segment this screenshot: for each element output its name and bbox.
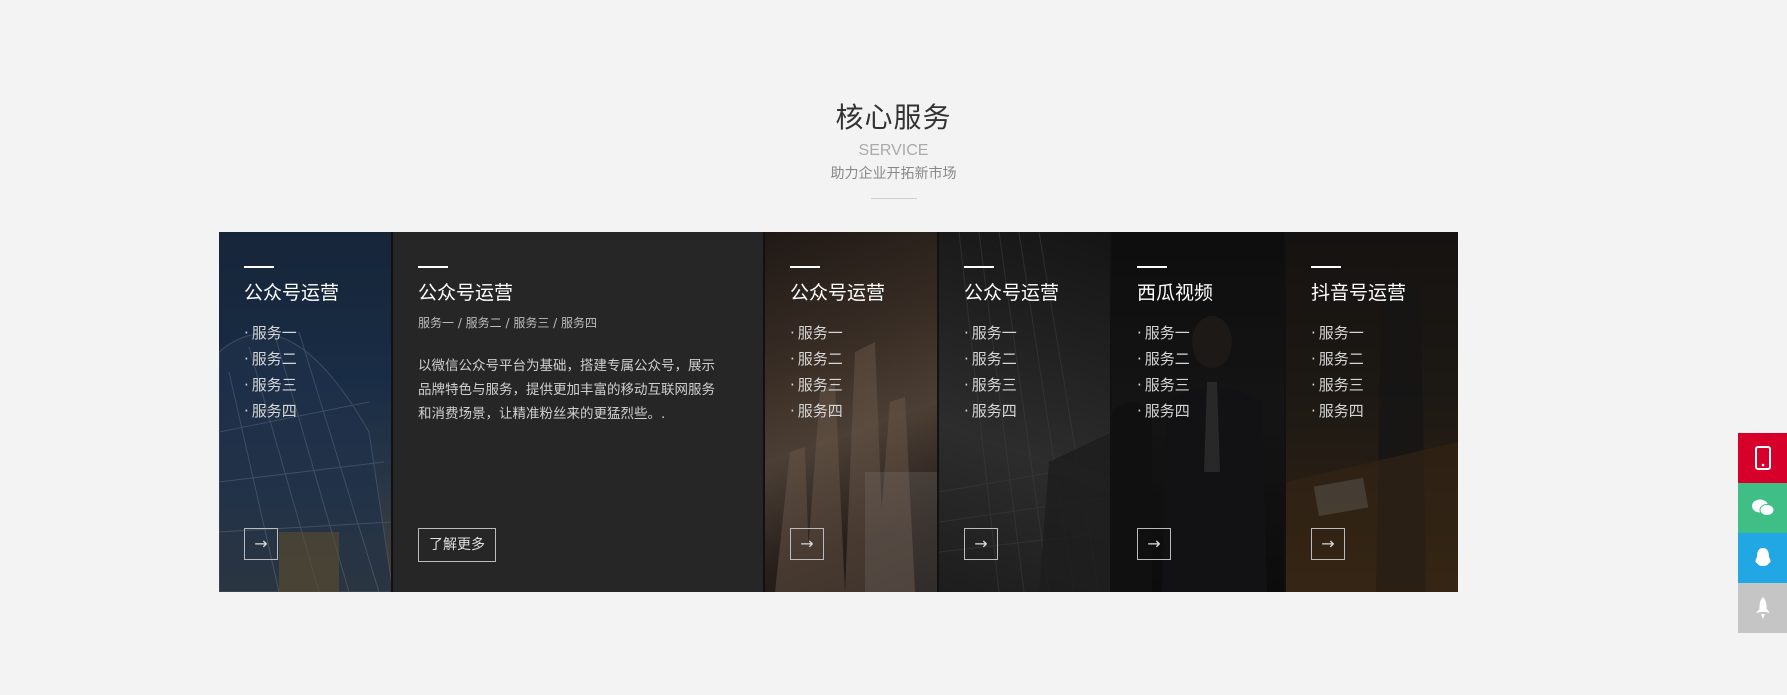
rocket-icon — [1755, 597, 1770, 619]
arrow-right-button[interactable]: → — [1137, 528, 1171, 560]
section-desc: 助力企业开拓新市场 — [830, 166, 957, 182]
side-toolbar — [1738, 433, 1787, 633]
card-title: 抖音号运营 — [1311, 282, 1407, 304]
qq-icon — [1755, 548, 1770, 566]
service-card-6[interactable]: 抖音号运营 服务一 服务二 服务三 服务四 → — [1286, 232, 1458, 592]
title-bar — [964, 266, 994, 268]
list-item: 服务二 — [790, 346, 843, 372]
list-item: 服务一 — [244, 320, 297, 346]
service-card-2-featured[interactable]: 公众号运营 服务一 / 服务二 / 服务三 / 服务四 以微信公众号平台为基础，… — [393, 232, 765, 592]
title-bar — [1137, 266, 1167, 268]
service-list: 服务一 服务二 服务三 服务四 — [244, 320, 297, 424]
list-item: 服务三 — [790, 372, 843, 398]
card-title: 公众号运营 — [790, 282, 886, 304]
list-item: 服务四 — [964, 398, 1017, 424]
card-title: 西瓜视频 — [1137, 282, 1214, 304]
arrow-right-icon: → — [1321, 534, 1335, 553]
list-item: 服务一 — [1311, 320, 1364, 346]
service-card-1[interactable]: 公众号运营 服务一 服务二 服务三 服务四 → — [219, 232, 393, 592]
qq-button[interactable] — [1738, 533, 1787, 583]
service-list: 服务一 服务二 服务三 服务四 — [1137, 320, 1190, 424]
title-bar — [1311, 266, 1341, 268]
title-bar — [418, 266, 448, 268]
arrow-right-button[interactable]: → — [244, 528, 278, 560]
list-item: 服务三 — [1311, 372, 1364, 398]
list-item: 服务一 — [1137, 320, 1190, 346]
wechat-icon — [1751, 499, 1774, 516]
back-to-top-button[interactable] — [1738, 583, 1787, 633]
list-item: 服务二 — [244, 346, 297, 372]
arrow-right-icon: → — [1147, 534, 1161, 553]
list-item: 服务四 — [1137, 398, 1190, 424]
arrow-right-button[interactable]: → — [964, 528, 998, 560]
title-bar — [244, 266, 274, 268]
section-header: 核心服务 SERVICE 助力企业开拓新市场 — [0, 98, 1787, 199]
section-title: 核心服务 — [835, 101, 952, 134]
section-subtitle: SERVICE — [858, 142, 929, 159]
list-item: 服务一 — [964, 320, 1017, 346]
service-tags: 服务一 / 服务二 / 服务三 / 服务四 — [418, 316, 598, 330]
arrow-right-icon: → — [974, 534, 988, 553]
arrow-right-button[interactable]: → — [790, 528, 824, 560]
list-item: 服务三 — [1137, 372, 1190, 398]
card-title: 公众号运营 — [244, 282, 340, 304]
arrow-right-icon: → — [254, 534, 268, 553]
list-item: 服务四 — [1311, 398, 1364, 424]
service-card-5[interactable]: 西瓜视频 服务一 服务二 服务三 服务四 → — [1112, 232, 1286, 592]
service-card-4[interactable]: 公众号运营 服务一 服务二 服务三 服务四 → — [939, 232, 1112, 592]
mobile-icon — [1754, 446, 1771, 470]
learn-more-button[interactable]: 了解更多 — [418, 528, 496, 562]
service-list: 服务一 服务二 服务三 服务四 — [964, 320, 1017, 424]
card-title: 公众号运营 — [964, 282, 1060, 304]
list-item: 服务三 — [964, 372, 1017, 398]
list-item: 服务二 — [964, 346, 1017, 372]
arrow-right-icon: → — [800, 534, 814, 553]
service-card-3[interactable]: 公众号运营 服务一 服务二 服务三 服务四 → — [765, 232, 939, 592]
list-item: 服务四 — [790, 398, 843, 424]
title-bar — [790, 266, 820, 268]
list-item: 服务二 — [1137, 346, 1190, 372]
list-item: 服务一 — [790, 320, 843, 346]
service-list: 服务一 服务二 服务三 服务四 — [790, 320, 843, 424]
title-divider — [870, 198, 917, 199]
arrow-right-button[interactable]: → — [1311, 528, 1345, 560]
mobile-button[interactable] — [1738, 433, 1787, 483]
list-item: 服务三 — [244, 372, 297, 398]
service-list: 服务一 服务二 服务三 服务四 — [1311, 320, 1364, 424]
service-cards: 公众号运营 服务一 服务二 服务三 服务四 → 公众号运营 服务一 / 服务二 … — [219, 232, 1458, 592]
list-item: 服务二 — [1311, 346, 1364, 372]
list-item: 服务四 — [244, 398, 297, 424]
wechat-button[interactable] — [1738, 483, 1787, 533]
card-description: 以微信公众号平台为基础，搭建专属公众号，展示品牌特色与服务，提供更加丰富的移动互… — [418, 358, 715, 422]
card-title: 公众号运营 — [418, 282, 514, 304]
